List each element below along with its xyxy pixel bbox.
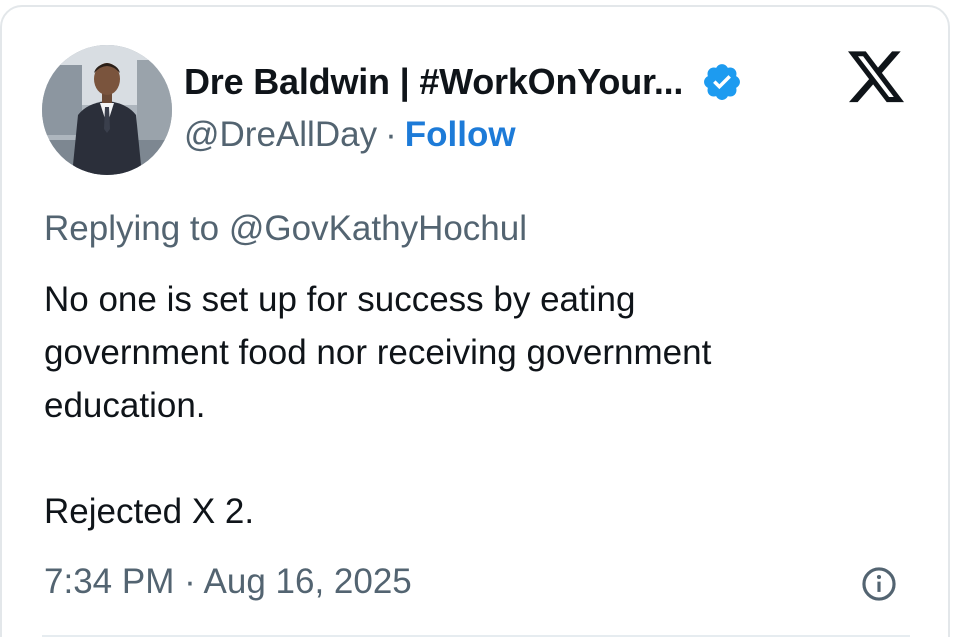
verified-badge-icon: [701, 61, 743, 103]
tweet-timestamp[interactable]: 7:34 PM · Aug 16, 2025: [44, 562, 412, 602]
replying-to-line: Replying to @GovKathyHochul: [44, 209, 527, 249]
follow-button[interactable]: Follow: [405, 115, 516, 154]
reply-to-handle-link[interactable]: @GovKathyHochul: [229, 209, 527, 248]
tweet-text: No one is set up for success by eating g…: [44, 280, 712, 531]
reply-prefix: Replying to: [44, 209, 220, 248]
author-handle-row: @DreAllDay · Follow: [184, 115, 516, 155]
author-display-name[interactable]: Dre Baldwin | #WorkOnYour...: [184, 61, 683, 103]
handle-separator: ·: [385, 115, 397, 154]
avatar-photo: [42, 45, 172, 175]
author-handle[interactable]: @DreAllDay: [184, 115, 377, 154]
tweet-card: Dre Baldwin | #WorkOnYour... @DreAllDay ·…: [0, 5, 950, 637]
author-avatar[interactable]: [42, 45, 172, 175]
x-logo-icon[interactable]: [848, 51, 906, 105]
info-icon[interactable]: [860, 565, 898, 603]
author-name-row: Dre Baldwin | #WorkOnYour...: [184, 57, 743, 107]
